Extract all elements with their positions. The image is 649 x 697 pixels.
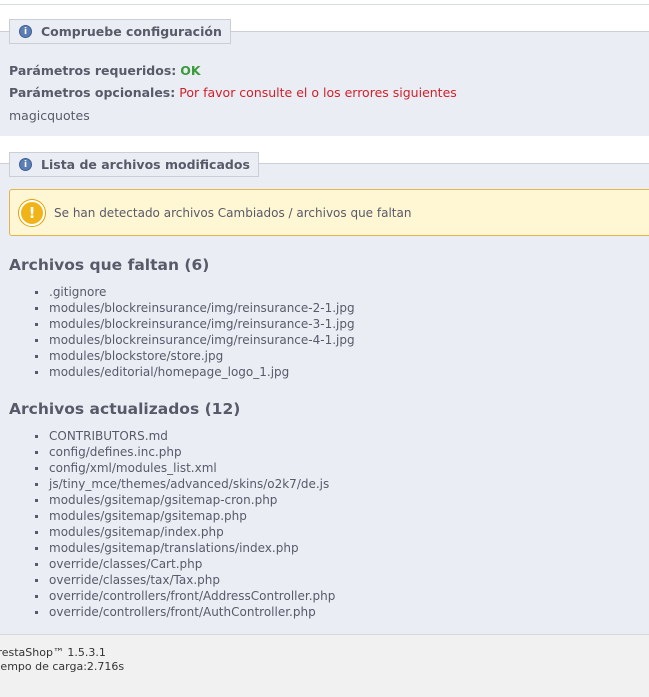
info-icon: i [19,25,32,38]
list-item: config/defines.inc.php [33,444,335,460]
list-item: override/classes/Cart.php [33,556,335,572]
info-icon: i [19,158,32,171]
optional-params-row: Parámetros opcionales: Por favor consult… [9,85,457,100]
list-item: modules/gsitemap/index.php [33,524,335,540]
missing-files-list: .gitignore modules/blockreinsurance/img/… [33,284,355,380]
list-item: override/controllers/front/AddressContro… [33,588,335,604]
required-params-row: Parámetros requeridos: OK [9,63,201,78]
list-item: override/controllers/front/AuthControlle… [33,604,335,620]
list-item: config/xml/modules_list.xml [33,460,335,476]
modified-files-title: Lista de archivos modificados [41,157,250,172]
list-item: modules/blockstore/store.jpg [33,348,355,364]
footer-version: PrestaShop™ 1.5.3.1 [0,646,106,659]
required-params-label: Parámetros requeridos: [9,63,177,78]
config-check-title: Compruebe configuración [41,24,222,39]
list-item: modules/blockreinsurance/img/reinsurance… [33,300,355,316]
warning-icon: ! [19,199,45,226]
footer-load-time: Tiempo de carga:2.716s [0,660,125,673]
list-item: js/tiny_mce/themes/advanced/skins/o2k7/d… [33,476,335,492]
top-bar [0,0,649,5]
list-item: CONTRIBUTORS.md [33,428,335,444]
updated-files-heading: Archivos actualizados (12) [9,400,241,418]
updated-files-list: CONTRIBUTORS.md config/defines.inc.php c… [33,428,335,620]
footer: PrestaShop™ 1.5.3.1 Tiempo de carga:2.71… [0,634,649,697]
list-item: modules/gsitemap/gsitemap-cron.php [33,492,335,508]
list-item: modules/blockreinsurance/img/reinsurance… [33,332,355,348]
optional-params-status: Por favor consulte el o los errores sigu… [179,85,457,100]
list-item: modules/blockreinsurance/img/reinsurance… [33,316,355,332]
warning-message: Se han detectado archivos Cambiados / ar… [54,205,412,220]
list-item: modules/editorial/homepage_logo_1.jpg [33,364,355,380]
error-item: magicquotes [9,108,90,123]
list-item: modules/gsitemap/translations/index.php [33,540,335,556]
config-check-legend: i Compruebe configuración [9,19,231,44]
modified-files-legend: i Lista de archivos modificados [9,152,259,177]
optional-params-label: Parámetros opcionales: [9,85,176,100]
list-item: .gitignore [33,284,355,300]
warning-box: ! Se han detectado archivos Cambiados / … [9,189,649,236]
config-check-panel [0,31,649,136]
missing-files-heading: Archivos que faltan (6) [9,256,210,274]
list-item: modules/gsitemap/gsitemap.php [33,508,335,524]
required-params-status: OK [180,63,201,78]
list-item: override/classes/tax/Tax.php [33,572,335,588]
